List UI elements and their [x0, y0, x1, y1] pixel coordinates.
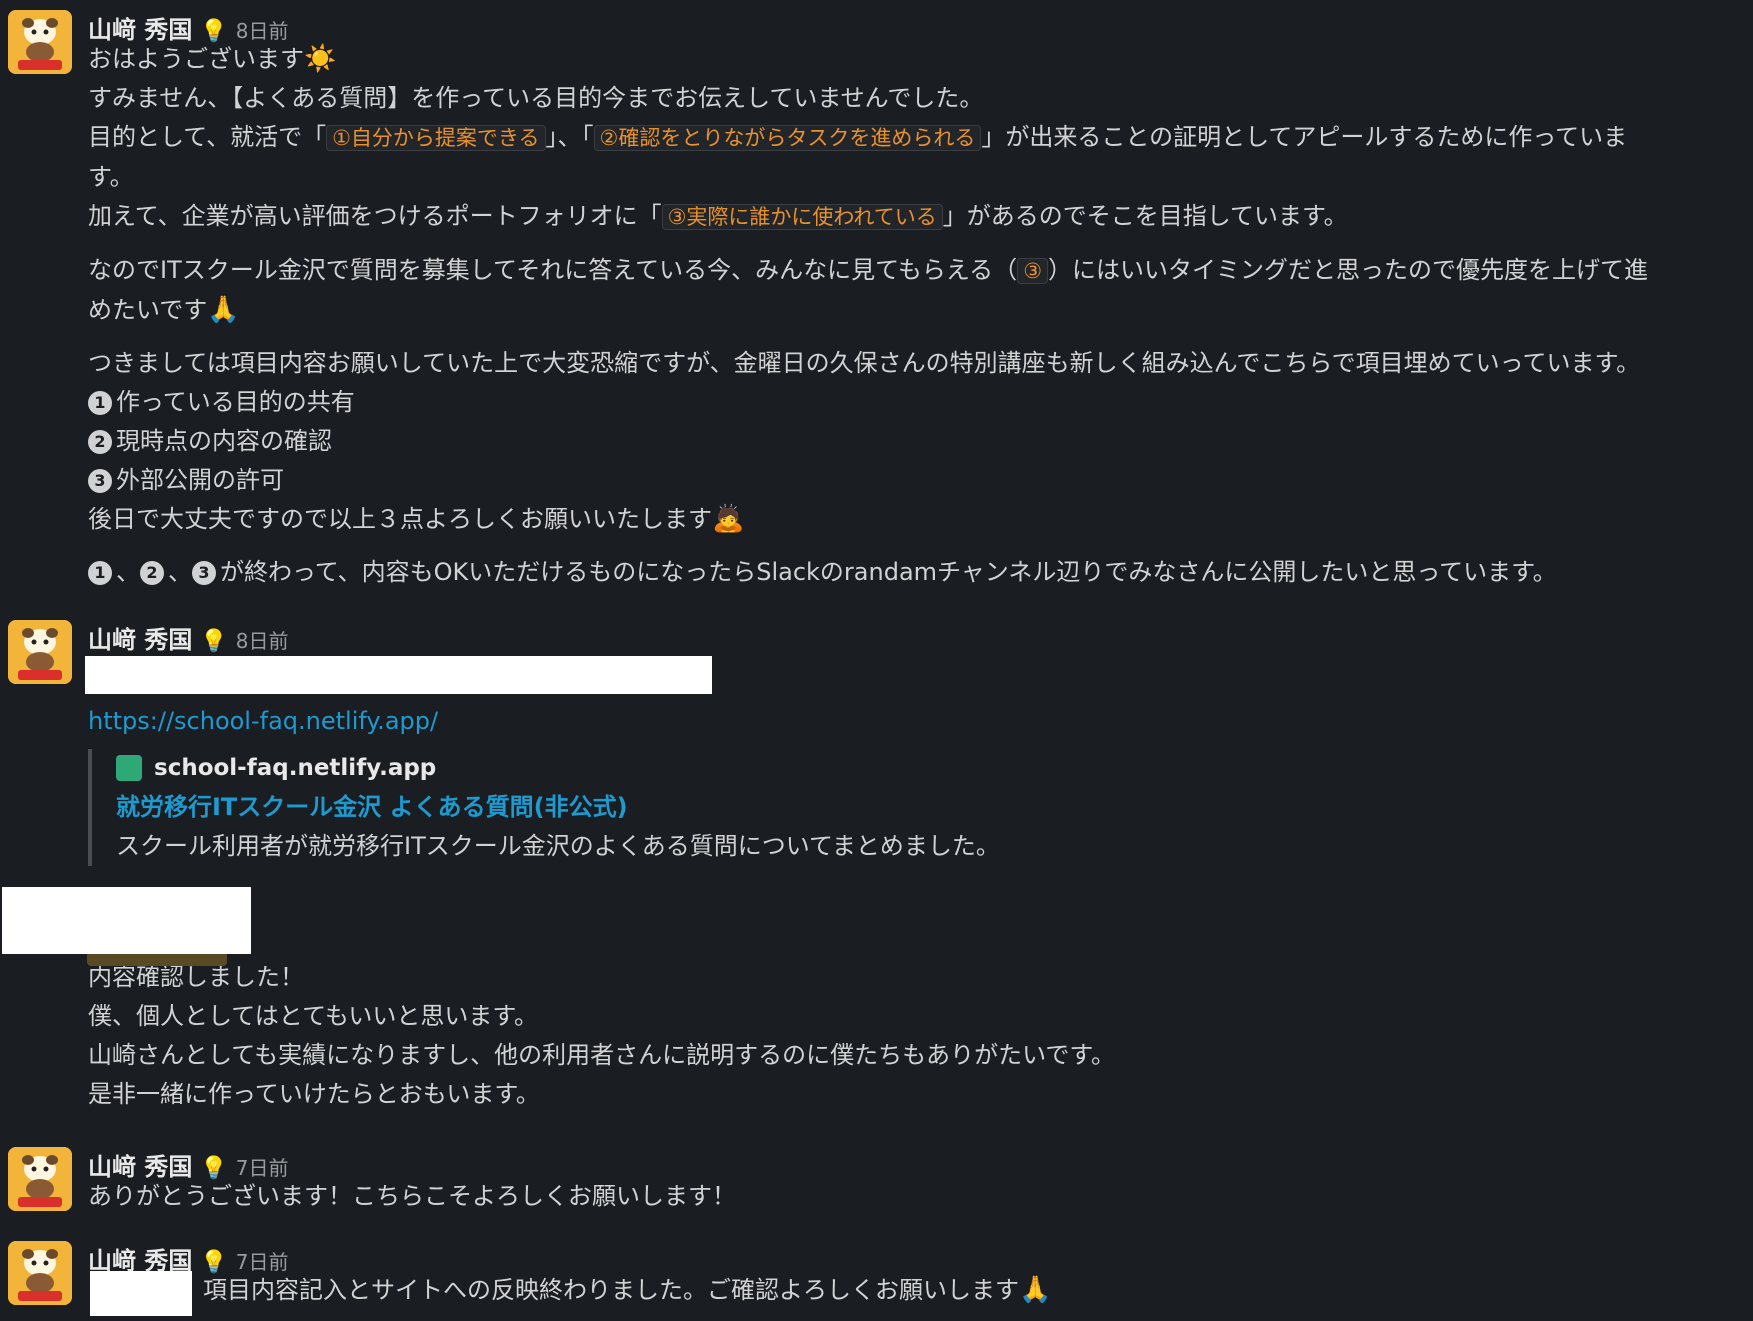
message-line: おはようございます☀️ — [88, 40, 1743, 79]
text: 加えて、企業が高い評価をつけるポートフォリオに「 — [88, 202, 662, 230]
list-item: 3 外部公開の許可 — [88, 461, 1743, 500]
message-header: 山﨑 秀国 💡 8日前 — [88, 620, 1743, 654]
site-name: school-faq.netlify.app — [154, 755, 437, 781]
message-line: 加えて、企業が高い評価をつけるポートフォリオに「 ③実際に誰かに使われている 」があ… — [88, 197, 1743, 237]
author-name[interactable]: 山﨑 秀国 — [88, 620, 192, 655]
message-line: 内容確認しました！ — [88, 963, 304, 991]
inline-code: ①自分から提案できる — [326, 125, 546, 151]
number-two-icon: 2 — [140, 561, 164, 585]
avatar[interactable] — [8, 10, 72, 74]
inline-code: ②確認をとりながらタスクを進められる — [593, 125, 982, 151]
message-line: 目的として、就活で「 ①自分から提案できる 」、「 ②確認をとりながらタスクを進められ… — [88, 118, 1743, 158]
text: 、 — [168, 558, 192, 586]
site-favicon-icon — [116, 755, 142, 781]
pray-icon: 🙏 — [207, 295, 240, 325]
number-three-icon: 3 — [192, 561, 216, 585]
timestamp[interactable]: 8日前 — [236, 625, 289, 654]
redaction-box — [90, 1271, 192, 1316]
text: 外部公開の許可 — [116, 466, 284, 494]
list-item: 1 作っている目的の共有 — [88, 383, 1743, 422]
message-line: ありがとうございます！こちらこそよろしくお願いします！ — [88, 1182, 736, 1210]
avatar[interactable] — [8, 1241, 72, 1305]
number-two-icon: 2 — [88, 430, 112, 454]
text: 作っている目的の共有 — [116, 388, 355, 416]
message-line: https://school-faq.netlify.app/ — [88, 702, 1743, 741]
text: 」、「 — [545, 123, 594, 151]
preview-site: school-faq.netlify.app — [116, 749, 1743, 787]
inline-code: ③ — [1017, 258, 1049, 284]
message-line: すみません、【よくある質問】を作っている目的今までお伝えしていませんでした。 — [88, 84, 984, 112]
url-link[interactable]: https://school-faq.netlify.app/ — [88, 707, 438, 735]
preview-description: スクール利用者が就労移行ITスクール金沢のよくある質問についてまとめました。 — [116, 832, 1000, 860]
message-line: 僕、個人としてはとてもいいと思います。 — [88, 1002, 538, 1030]
message-line: 1、 2、 3 が終わって、内容もOKいただけるものになったらSlackのrandam… — [88, 553, 1743, 592]
redaction-box — [2, 887, 251, 954]
redaction-box — [85, 656, 712, 694]
text: 項目内容記入とサイトへの反映終わりました。ご確認よろしくお願いします — [203, 1276, 1019, 1304]
message-line: 是非一緒に作っていけたらとおもいます。 — [88, 1080, 540, 1108]
message-line: す。 — [88, 163, 134, 191]
text: 目的として、就活で「 — [88, 123, 327, 151]
text: ）にはいいタイミングだと思ったので優先度を上げて進 — [1048, 256, 1649, 284]
message-line: 項目内容記入とサイトへの反映終わりました。ご確認よろしくお願いします🙏 — [88, 1271, 1743, 1310]
text: 、 — [116, 558, 140, 586]
text: が終わって、内容もOKいただけるものになったらSlackのrandamチャンネル… — [220, 558, 1557, 586]
pray-icon: 🙏 — [1019, 1275, 1052, 1305]
text: なのでITスクール金沢で質問を募集してそれに答えている今、みんなに見てもらえる（ — [88, 256, 1018, 284]
text: おはようございます — [88, 45, 304, 73]
number-one-icon: 1 — [88, 561, 112, 585]
inline-code: ③実際に誰かに使われている — [661, 204, 943, 230]
text: 」が出来ることの証明としてアピールするために作っていま — [981, 123, 1628, 151]
link-preview[interactable]: school-faq.netlify.app 就労移行ITスクール金沢 よくある… — [88, 749, 1743, 866]
message-header: 山﨑 秀国 💡 7日前 — [88, 1241, 1743, 1275]
message-line: 後日で大丈夫ですので以上３点よろしくお願いいたします🙇 — [88, 500, 1743, 539]
text: 現時点の内容の確認 — [116, 427, 332, 455]
message-line: なのでITスクール金沢で質問を募集してそれに答えている今、みんなに見てもらえる（… — [88, 251, 1743, 291]
message-header: 山﨑 秀国 💡 8日前 — [88, 10, 1743, 44]
number-one-icon: 1 — [88, 391, 112, 415]
text: めたいです — [88, 296, 208, 324]
avatar[interactable] — [8, 1147, 72, 1211]
preview-title[interactable]: 就労移行ITスクール金沢 よくある質問(非公式) — [116, 787, 1743, 827]
bow-icon: 🙇 — [712, 504, 745, 534]
message-line: つきましては項目内容お願いしていた上で大変恐縮ですが、金曜日の久保さんの特別講座… — [88, 349, 1641, 377]
list-item: 2 現時点の内容の確認 — [88, 422, 1743, 461]
text: 後日で大丈夫ですので以上３点よろしくお願いいたします — [88, 505, 712, 533]
sun-icon: ☀️ — [304, 44, 337, 74]
message-line: 山崎さんとしても実績になりますし、他の利用者さんに説明するのに僕たちもありがたい… — [88, 1041, 1115, 1069]
number-three-icon: 3 — [88, 469, 112, 493]
avatar[interactable] — [8, 620, 72, 684]
lightbulb-icon: 💡 — [200, 629, 228, 654]
message-header: 山﨑 秀国 💡 7日前 — [88, 1147, 1743, 1181]
text: 」があるのでそこを目指しています。 — [942, 202, 1348, 230]
message-line: めたいです🙏 — [88, 291, 1743, 330]
